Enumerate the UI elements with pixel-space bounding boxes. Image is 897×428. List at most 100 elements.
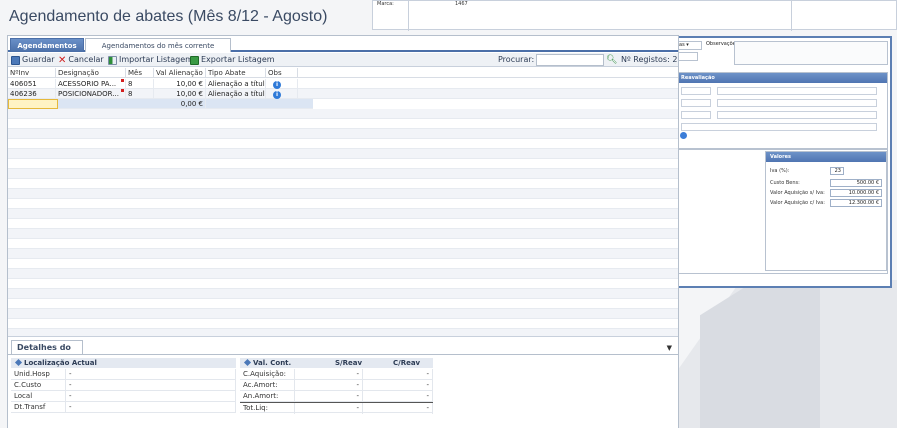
reavaliacao-field[interactable] [717,87,877,95]
data-grid: NºInv Designação Mês Val Alienação Tipo … [8,68,678,362]
empty-table-row [8,229,678,239]
column-header-tipo[interactable]: Tipo Abate [206,68,266,78]
total-valor: 0,00 € [154,99,206,109]
warning-flag-icon [121,79,124,82]
info-icon[interactable]: i [273,81,281,89]
main-window: Agendamentos Agendamentos do mês corrent… [7,35,679,428]
valor-sem-iva-field[interactable]: 10.000.00 € [830,189,882,197]
empty-table-row [8,249,678,259]
cell-ninv: 406051 [8,79,56,89]
cell-mes: 8 [126,79,154,89]
detail-value: - [66,380,236,391]
valores-header: Valores [766,152,886,162]
diamond-icon [14,358,23,367]
column-header-obs[interactable]: Obs [266,68,298,78]
cell-valor: 10,00 € [154,79,206,89]
chevron-down-icon[interactable]: ▼ [667,344,672,352]
detail-value-s-reav: - [295,380,363,391]
reavaliacao-field[interactable] [717,99,877,107]
empty-table-row [8,199,678,209]
detail-value: - [66,369,236,380]
reavaliacao-field[interactable] [681,99,711,107]
observacoes-field[interactable] [734,41,888,65]
tab-agendamentos-mes-corrente[interactable]: Agendamentos do mês corrente [85,38,231,52]
diamond-icon [243,358,252,367]
table-row[interactable]: 406236 POSICIONADOR... 8 10,00 € Alienaç… [8,89,678,99]
search-icon[interactable]: 🔍︎ [606,55,617,65]
detail-row: Unid.Hosp - [11,369,236,380]
cell-mes: 8 [126,89,154,99]
detail-label: Ac.Amort: [240,380,295,391]
right-window-bottom-panel: Valores Iva (%): 23 Custo Bens: 500.00 €… [676,148,888,274]
new-row[interactable]: 0,00 € [8,99,313,109]
iva-field[interactable]: 23 [830,167,844,175]
cell-obs: i [266,89,298,99]
reavaliacao-header: Reavaliação [677,73,887,83]
cell-obs: i [266,79,298,89]
empty-table-row [8,129,678,139]
table-row[interactable]: 406051 ACESSORIO PA... 8 10,00 € Alienaç… [8,79,678,89]
import-button[interactable]: Importar Listagem [108,54,193,66]
valor-label: Valor Aquisição c/ Iva: [770,200,825,206]
detail-value-s-reav: - [295,391,363,402]
top-window-label: Marca: [377,1,394,7]
close-icon: ✕ [58,54,67,66]
right-window-small-field[interactable] [676,52,698,61]
right-window-select[interactable]: as ▾ [676,41,702,50]
detail-row: C.Aquisição: - - [240,369,433,380]
reavaliacao-field[interactable] [681,123,877,131]
detail-row: C.Custo - [11,380,236,391]
detail-row: Local - [11,391,236,402]
reavaliacao-field[interactable] [681,87,711,95]
cell-tipo: Alienação a títul... [208,79,266,89]
cancel-button[interactable]: ✕ Cancelar [58,54,104,66]
empty-table-row [8,119,678,129]
cell-valor: 10,00 € [154,89,206,99]
info-icon[interactable]: i [273,91,281,99]
valor-com-iva-field[interactable]: 12.300.00 € [830,199,882,207]
reavaliacao-field[interactable] [681,111,711,119]
tab-agendamentos[interactable]: Agendamentos [10,38,84,52]
column-header-ninv[interactable]: NºInv [8,68,56,78]
page-title: Agendamento de abates (Mês 8/12 - Agosto… [9,8,328,25]
empty-table-row [8,169,678,179]
details-panel: Detalhes do Bem ▼ Localização Actual Val… [8,336,678,428]
detail-row: An.Amort: - - [240,391,433,402]
custo-bens-field[interactable]: 500.00 € [830,179,882,187]
detail-row: Tot.Liq: - - [240,402,433,414]
detail-label: C.Aquisição: [240,369,295,380]
save-button[interactable]: Guardar [11,54,55,66]
empty-table-row [8,319,678,329]
valores-panel: Valores Iva (%): 23 Custo Bens: 500.00 €… [765,151,887,271]
empty-table-row [8,289,678,299]
empty-table-row [8,299,678,309]
empty-table-row [8,179,678,189]
warning-flag-icon [121,89,124,92]
empty-table-row [8,239,678,249]
import-icon [108,55,117,65]
excel-icon [190,55,199,65]
empty-table-row [8,309,678,319]
empty-table-row [8,219,678,229]
detail-value-c-reav: - [363,369,433,380]
info-icon[interactable] [680,132,687,139]
search-input[interactable] [536,54,604,66]
detail-value-c-reav: - [363,380,433,391]
column-header-designacao[interactable]: Designação [56,68,126,78]
cell-designacao: ACESSORIO PA... [56,79,126,89]
export-button[interactable]: Exportar Listagem [190,54,275,66]
tab-detalhes-do-bem[interactable]: Detalhes do Bem [11,340,83,366]
valor-label: Custo Bens: [770,180,800,186]
column-header-valor[interactable]: Val Alienação [154,68,206,78]
valores-contabilisticos-header: Val. Cont. S/Reav C/Reav [240,358,433,368]
detail-value: - [66,402,236,413]
empty-table-row [8,149,678,159]
detail-value: - [66,391,236,402]
column-c-reav: C/Reav [393,359,421,367]
tab-bar: Agendamentos Agendamentos do mês corrent… [8,36,678,52]
new-row-input-cell[interactable] [8,99,58,109]
column-header-mes[interactable]: Mês [126,68,154,78]
top-window-value: 1467 [455,1,468,7]
reavaliacao-field[interactable] [717,111,877,119]
valor-label: Iva (%): [770,168,790,174]
